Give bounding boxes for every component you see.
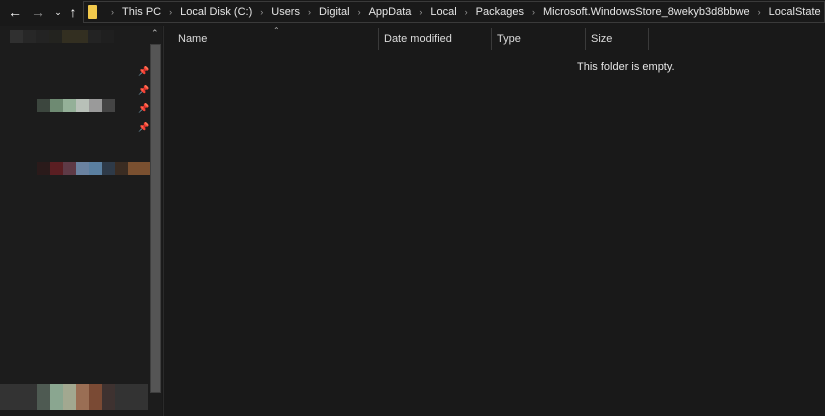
- chevron-right-icon: ›: [531, 7, 535, 17]
- pin-icon: 📌: [138, 103, 150, 113]
- breadcrumb-digital[interactable]: Digital: [319, 6, 350, 18]
- breadcrumb-windowsstore[interactable]: Microsoft.WindowsStore_8wekyb3d8bbwe: [543, 6, 750, 18]
- navigation-bar: ← → ⌄ ↑ › This PC › Local Disk (C:) › Us…: [0, 0, 825, 24]
- pin-icon: 📌: [138, 66, 150, 76]
- forward-button[interactable]: →: [29, 3, 47, 21]
- chevron-right-icon: ›: [260, 7, 264, 17]
- chevron-right-icon: ›: [357, 7, 361, 17]
- empty-folder-message: This folder is empty.: [577, 61, 675, 73]
- breadcrumb-appdata[interactable]: AppData: [369, 6, 412, 18]
- up-button[interactable]: ↑: [64, 3, 82, 21]
- navigation-pane[interactable]: 📌 📌 📌 📌: [0, 26, 150, 416]
- folder-icon: [88, 5, 97, 19]
- scrollbar-thumb[interactable]: [150, 44, 161, 393]
- pin-icon: 📌: [138, 122, 150, 132]
- chevron-right-icon: ›: [757, 7, 761, 17]
- blurred-item: [0, 384, 148, 410]
- pin-icon: 📌: [138, 85, 150, 95]
- back-button[interactable]: ←: [6, 3, 24, 21]
- breadcrumb-local-disk[interactable]: Local Disk (C:): [180, 6, 252, 18]
- breadcrumb-this-pc[interactable]: This PC: [122, 6, 161, 18]
- chevron-right-icon: ›: [111, 7, 114, 17]
- breadcrumb-localstate[interactable]: LocalState: [769, 6, 821, 18]
- column-header: Name Date modified Type Size: [164, 28, 825, 50]
- chevron-right-icon: ›: [464, 7, 468, 17]
- breadcrumb-packages[interactable]: Packages: [476, 6, 524, 18]
- breadcrumb-local[interactable]: Local: [430, 6, 456, 18]
- scroll-up-icon[interactable]: ⌃: [151, 28, 159, 39]
- chevron-right-icon: ›: [307, 7, 311, 17]
- breadcrumb-users[interactable]: Users: [271, 6, 300, 18]
- blurred-item: [10, 30, 114, 43]
- pane-divider[interactable]: [163, 26, 164, 416]
- chevron-right-icon: ›: [419, 7, 423, 17]
- column-size[interactable]: Size: [585, 28, 649, 50]
- blurred-item: [37, 99, 115, 112]
- column-type[interactable]: Type: [491, 28, 586, 50]
- chevron-right-icon: ›: [169, 7, 173, 17]
- blurred-item: [37, 162, 150, 175]
- column-name[interactable]: Name: [172, 28, 379, 50]
- column-date-modified[interactable]: Date modified: [378, 28, 492, 50]
- address-bar[interactable]: › This PC › Local Disk (C:) › Users › Di…: [83, 1, 825, 23]
